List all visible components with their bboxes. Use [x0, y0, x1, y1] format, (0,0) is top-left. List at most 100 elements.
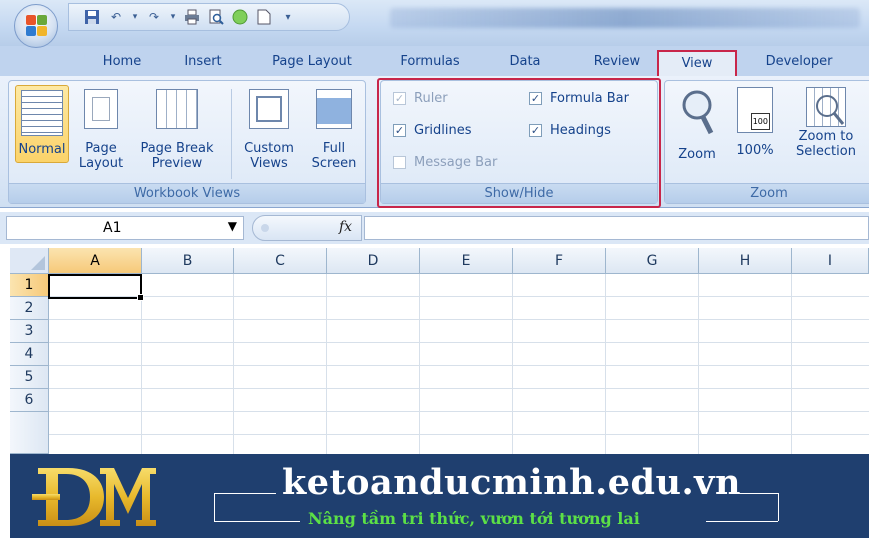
name-box[interactable]: A1 ▼: [6, 216, 244, 240]
normal-view-button[interactable]: Normal: [15, 85, 69, 163]
page-break-preview-button[interactable]: Page Break Preview: [133, 85, 221, 171]
zoom-group: Zoom 100 100% Zoom to Selection Zoom: [664, 80, 869, 204]
undo-dropdown-icon[interactable]: ▾: [131, 8, 139, 26]
gridline: [512, 274, 513, 454]
page-layout-icon: [84, 89, 118, 129]
full-screen-button[interactable]: Full Screen: [305, 85, 363, 171]
row-header-7[interactable]: [10, 412, 49, 454]
office-logo-icon: [26, 15, 48, 37]
gridline: [49, 411, 869, 412]
tab-home[interactable]: Home: [92, 50, 152, 76]
full-screen-icon: [316, 89, 352, 129]
zoom-selection-icon: [806, 87, 846, 127]
banner-line: [778, 493, 779, 521]
tab-developer[interactable]: Developer: [752, 50, 846, 76]
magnifier-icon: [677, 87, 717, 135]
title-bar: ↶ ▾ ↷ ▾ ▾: [0, 0, 869, 48]
gridline: [141, 274, 142, 454]
zoom-100-label: 100%: [736, 143, 774, 158]
full-screen-label-2: Screen: [311, 156, 357, 171]
gridline: [791, 274, 792, 454]
gridline: [49, 388, 869, 389]
column-header-e[interactable]: E: [420, 248, 513, 274]
column-header-f[interactable]: F: [513, 248, 606, 274]
normal-view-icon: [21, 90, 63, 136]
custom-views-label-2: Views: [250, 156, 288, 171]
page-layout-button[interactable]: Page Layout: [75, 85, 127, 171]
row-header-6[interactable]: 6: [10, 389, 49, 412]
show-hide-highlight: [377, 78, 661, 208]
print-icon[interactable]: [183, 8, 201, 26]
column-header-a[interactable]: A: [49, 248, 142, 274]
gridline: [326, 274, 327, 454]
banner-slogan: Nâng tầm tri thức, vươn tới tương lai: [308, 509, 640, 528]
tab-review[interactable]: Review: [582, 50, 652, 76]
banner-line: [706, 521, 778, 522]
normal-view-label: Normal: [18, 142, 66, 157]
full-screen-label-1: Full: [322, 141, 346, 156]
tab-insert[interactable]: Insert: [172, 50, 234, 76]
redo-dropdown-icon[interactable]: ▾: [169, 8, 177, 26]
worksheet-grid: A B C D E F G H I 1 2 3 4 5 6: [0, 248, 869, 454]
gridline: [233, 274, 234, 454]
office-button[interactable]: [14, 4, 58, 48]
row-header-4[interactable]: 4: [10, 343, 49, 366]
zoom-button[interactable]: Zoom: [671, 85, 723, 162]
formula-input[interactable]: [364, 216, 869, 240]
gridline: [49, 365, 869, 366]
tab-formulas[interactable]: Formulas: [390, 50, 470, 76]
row-header-5[interactable]: 5: [10, 366, 49, 389]
column-header-g[interactable]: G: [606, 248, 699, 274]
save-icon[interactable]: [83, 8, 101, 26]
quick-access-toolbar: ↶ ▾ ↷ ▾ ▾: [68, 3, 350, 31]
zoom-100-icon-text: 100: [750, 113, 770, 130]
column-header-h[interactable]: H: [699, 248, 792, 274]
zoom-to-selection-button[interactable]: Zoom to Selection: [787, 85, 865, 159]
zoom-label: Zoom: [678, 147, 716, 162]
customize-icon[interactable]: ▾: [279, 8, 297, 26]
column-header-b[interactable]: B: [142, 248, 234, 274]
row-header-3[interactable]: 3: [10, 320, 49, 343]
zoom-selection-label-2: Selection: [796, 144, 856, 159]
gridline: [49, 342, 869, 343]
insert-function-button[interactable]: fx: [339, 219, 352, 235]
column-header-c[interactable]: C: [234, 248, 327, 274]
gridline: [49, 296, 869, 297]
column-header-d[interactable]: D: [327, 248, 420, 274]
column-header-i[interactable]: I: [792, 248, 869, 274]
ribbon-tabs: Home Insert Page Layout Formulas Data Re…: [0, 46, 869, 76]
tab-data[interactable]: Data: [500, 50, 550, 76]
custom-views-button[interactable]: Custom Views: [239, 85, 299, 171]
row-header-1[interactable]: 1: [10, 274, 49, 297]
name-box-value: A1: [103, 220, 122, 236]
tab-page-layout[interactable]: Page Layout: [262, 50, 362, 76]
watermark-banner: ketoanducminh.edu.vn Nâng tầm tri thức, …: [10, 454, 869, 538]
gridline: [49, 434, 869, 435]
undo-icon[interactable]: ↶: [107, 8, 125, 26]
ducminh-logo: [30, 462, 160, 532]
zoom-100-icon: 100: [737, 87, 773, 133]
page-break-label-1: Page Break: [140, 141, 214, 156]
tab-view[interactable]: View: [657, 50, 737, 76]
circle-icon[interactable]: [231, 8, 249, 26]
zoom-100-button[interactable]: 100 100%: [731, 85, 779, 158]
print-preview-icon[interactable]: [207, 8, 225, 26]
page-layout-label-1: Page: [85, 141, 117, 156]
active-cell-a1[interactable]: [48, 274, 144, 301]
new-document-icon[interactable]: [255, 8, 273, 26]
select-all-button[interactable]: [10, 248, 49, 274]
redo-icon[interactable]: ↷: [145, 8, 163, 26]
banner-domain: ketoanducminh.edu.vn: [282, 462, 741, 503]
formula-dot-icon: [261, 224, 269, 232]
gridline: [605, 274, 606, 454]
gridline: [698, 274, 699, 454]
page-break-preview-icon: [156, 89, 198, 129]
name-box-dropdown-icon[interactable]: ▼: [228, 219, 237, 233]
workbook-views-group: Normal Page Layout Page Break Preview Cu…: [8, 80, 366, 204]
row-header-2[interactable]: 2: [10, 297, 49, 320]
banner-line: [214, 493, 215, 521]
formula-controls: fx: [252, 215, 362, 241]
custom-views-icon: [249, 89, 289, 129]
banner-line: [214, 493, 276, 494]
gridline: [419, 274, 420, 454]
